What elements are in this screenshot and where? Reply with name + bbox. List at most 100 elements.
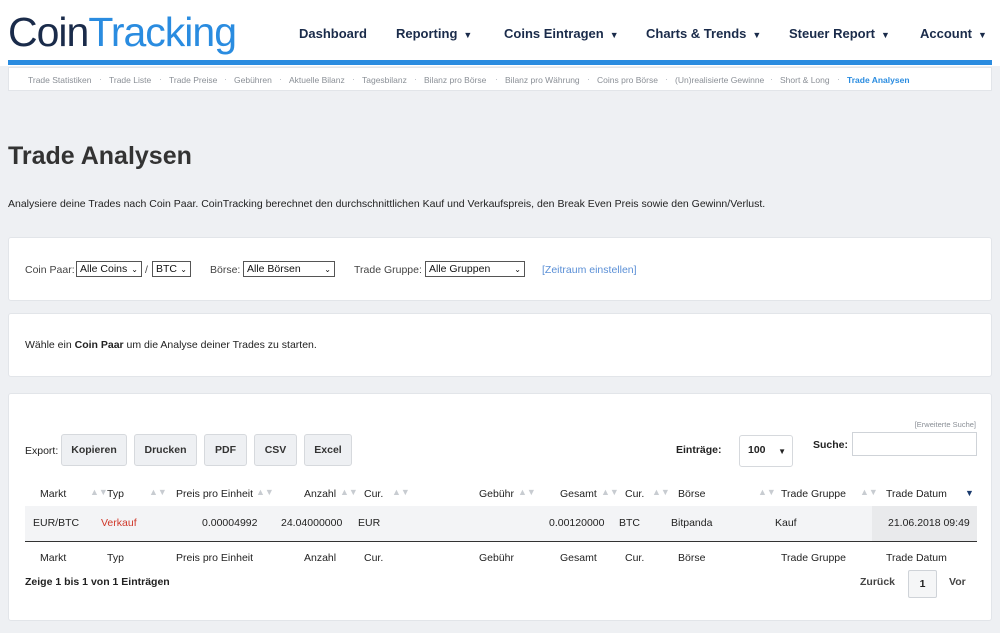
cell-boerse: Bitpanda	[671, 517, 713, 529]
nav-steuer-report[interactable]: Steuer Report ▼	[789, 26, 890, 41]
subnav-separator: ·	[665, 74, 668, 84]
boerse-select-value: Alle Börsen	[247, 263, 301, 275]
subnav-separator: ·	[99, 74, 102, 84]
erweiterte-suche-link[interactable]: [Erweiterte Suche]	[915, 420, 976, 429]
pagination-page-1[interactable]: 1	[908, 570, 937, 598]
subnav-trade-preise[interactable]: Trade Preise	[169, 75, 217, 85]
choose-pair-message: Wähle ein Coin Paar um die Analyse deine…	[25, 339, 317, 351]
nav-dashboard-label: Dashboard	[299, 26, 367, 41]
subnav-tagesbilanz[interactable]: Tagesbilanz	[362, 75, 407, 85]
footer-col-typ: Typ	[107, 552, 124, 564]
footer-col-gesamt: Gesamt	[560, 552, 597, 564]
entries-select[interactable]: 100 ▼	[739, 435, 793, 467]
caret-down-icon: ▼	[463, 30, 473, 40]
chevron-down-icon: ⌄	[131, 265, 138, 274]
print-button[interactable]: Drucken	[134, 434, 197, 466]
sort-icon: ▲▼	[652, 487, 670, 497]
copy-button[interactable]: Kopieren	[61, 434, 127, 466]
sort-icon: ▲▼	[860, 487, 878, 497]
col-header-cur-2[interactable]: Cur.	[625, 488, 644, 500]
subnav-trade-liste[interactable]: Trade Liste	[109, 75, 151, 85]
subnav-separator: ·	[279, 74, 282, 84]
currency-select-value: BTC	[156, 263, 177, 275]
subnav-separator: ·	[159, 74, 162, 84]
subnav-trade-statistiken[interactable]: Trade Statistiken	[28, 75, 91, 85]
col-header-trade-gruppe[interactable]: Trade Gruppe	[781, 488, 846, 500]
col-header-boerse[interactable]: Börse	[678, 488, 705, 500]
cell-cur: EUR	[358, 517, 381, 529]
nav-coins-eintragen[interactable]: Coins Eintragen ▼	[504, 26, 619, 41]
top-header: CoinTracking Dashboard Reporting ▼ Coins …	[0, 0, 1000, 66]
boerse-select[interactable]: Alle Börsen ⌄	[243, 261, 335, 277]
nav-charts-trends[interactable]: Charts & Trends ▼	[646, 26, 761, 41]
col-header-typ[interactable]: Typ	[107, 488, 124, 500]
pdf-button[interactable]: PDF	[204, 434, 247, 466]
col-header-gebuehr[interactable]: Gebühr	[479, 488, 514, 500]
nav-dashboard[interactable]: Dashboard	[299, 26, 367, 41]
cell-preis: 0.00004992	[202, 517, 258, 529]
zeitraum-einstellen-link[interactable]: [Zeitraum einstellen]	[542, 264, 637, 276]
sort-icon: ▲▼	[149, 487, 167, 497]
col-header-trade-datum[interactable]: Trade Datum	[886, 488, 947, 500]
footer-col-anzahl: Anzahl	[304, 552, 337, 564]
col-header-preis[interactable]: Preis pro Einheit	[176, 488, 253, 500]
entries-label: Einträge:	[676, 444, 722, 456]
csv-button[interactable]: CSV	[254, 434, 297, 466]
footer-col-cur-2: Cur.	[625, 552, 645, 564]
nav-account-label: Account	[920, 26, 972, 41]
pagination-next[interactable]: Vor	[949, 576, 966, 588]
sort-icon: ▲▼	[256, 487, 274, 497]
filter-panel: Coin Paar: Alle Coins ⌄ / BTC ⌄ Börse: All…	[8, 237, 992, 301]
trade-gruppe-select[interactable]: Alle Gruppen ⌄	[425, 261, 525, 277]
coin-select-value: Alle Coins	[80, 263, 128, 275]
trade-gruppe-label: Trade Gruppe:	[354, 264, 422, 276]
chevron-down-icon: ⌄	[180, 265, 187, 274]
subnav-trade-analysen[interactable]: Trade Analysen	[847, 75, 910, 85]
caret-down-icon: ▼	[752, 30, 762, 40]
nav-reporting[interactable]: Reporting ▼	[396, 26, 472, 41]
sort-icon: ▲▼	[90, 487, 108, 497]
caret-down-icon: ▼	[880, 30, 890, 40]
nav-charts-trends-label: Charts & Trends	[646, 26, 747, 41]
subnav-bilanz-pro-waehrung[interactable]: Bilanz pro Währung	[505, 75, 580, 85]
nav-account[interactable]: Account ▼	[920, 26, 987, 41]
search-input[interactable]	[852, 432, 977, 456]
page-description: Analysiere deine Trades nach Coin Paar. …	[8, 198, 766, 210]
cell-typ: Verkauf	[101, 517, 137, 529]
subnav-coins-pro-boerse[interactable]: Coins pro Börse	[597, 75, 658, 85]
col-header-gesamt[interactable]: Gesamt	[560, 488, 597, 500]
col-header-markt[interactable]: Markt	[40, 488, 66, 500]
subnav-short-long[interactable]: Short & Long	[780, 75, 830, 85]
col-header-cur[interactable]: Cur.	[364, 488, 383, 500]
subnav-aktuelle-bilanz[interactable]: Aktuelle Bilanz	[289, 75, 345, 85]
col-header-anzahl[interactable]: Anzahl	[304, 488, 336, 500]
footer-col-gebuehr: Gebühr	[479, 552, 515, 564]
cell-markt: EUR/BTC	[33, 517, 80, 529]
subnav-separator: ·	[770, 74, 773, 84]
caret-down-icon: ▼	[609, 30, 619, 40]
search-label: Suche:	[813, 439, 849, 451]
coin-paar-label: Coin Paar:	[25, 264, 75, 276]
logo-part-tracking: Tracking	[88, 9, 237, 55]
subnav-gebuehren[interactable]: Gebühren	[234, 75, 272, 85]
excel-button[interactable]: Excel	[304, 434, 352, 466]
chevron-down-icon: ⌄	[324, 265, 331, 274]
cell-cur-2: BTC	[619, 517, 640, 529]
subnav-separator: ·	[224, 74, 227, 84]
page-title: Trade Analysen	[8, 142, 192, 170]
currency-select[interactable]: BTC ⌄	[152, 261, 191, 277]
cell-gesamt: 0.00120000	[549, 517, 605, 529]
cell-trade-gruppe: Kauf	[775, 517, 797, 529]
cointracking-logo[interactable]: CoinTracking	[8, 8, 237, 56]
coin-select[interactable]: Alle Coins ⌄	[76, 261, 142, 277]
subnav-bilanz-pro-boerse[interactable]: Bilanz pro Börse	[424, 75, 486, 85]
trade-gruppe-select-value: Alle Gruppen	[429, 263, 491, 275]
boerse-label: Börse:	[210, 264, 241, 276]
sub-navigation: Trade Statistiken · Trade Liste · Trade …	[8, 67, 992, 91]
subnav-unrealisierte-gewinne[interactable]: (Un)realisierte Gewinne	[675, 75, 764, 85]
choose-text-bold: Coin Paar	[74, 339, 124, 351]
pagination-prev[interactable]: Zurück	[860, 576, 895, 588]
table-row[interactable]: EUR/BTC Verkauf 0.00004992 24.04000000 E…	[25, 506, 977, 542]
export-label: Export:	[25, 445, 59, 457]
header-accent-line	[8, 60, 992, 65]
